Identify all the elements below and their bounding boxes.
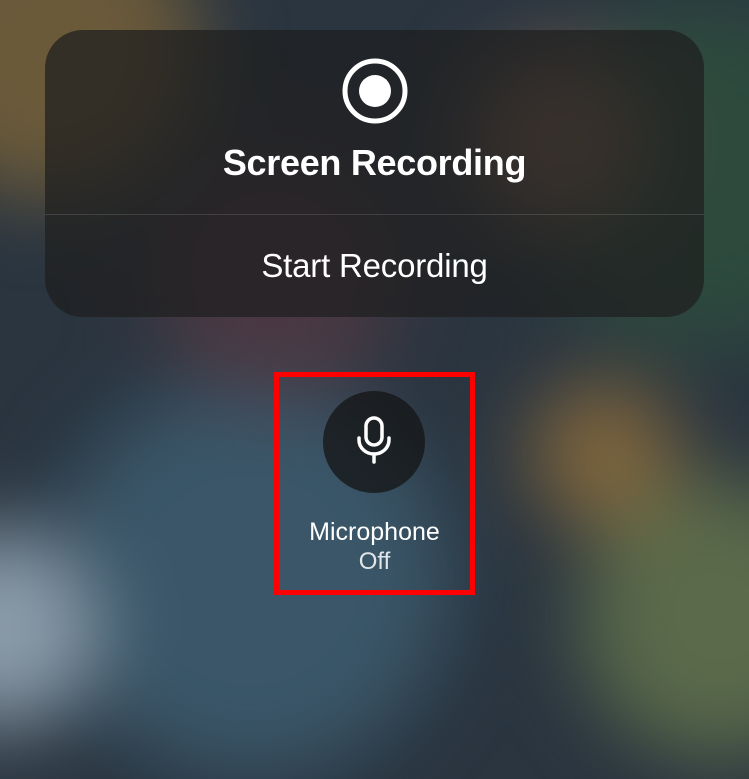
microphone-label: Microphone [309, 517, 440, 548]
screen-recording-panel: Screen Recording Start Recording [45, 30, 704, 317]
microphone-section: Microphone Off [45, 372, 704, 595]
microphone-toggle-button[interactable] [323, 391, 425, 493]
microphone-status: Off [359, 548, 391, 576]
microphone-icon [352, 416, 396, 469]
highlight-annotation: Microphone Off [274, 372, 475, 595]
start-recording-button[interactable]: Start Recording [45, 215, 704, 317]
panel-header: Screen Recording [45, 30, 704, 214]
start-recording-label: Start Recording [65, 247, 684, 285]
record-icon [342, 58, 408, 124]
panel-title: Screen Recording [65, 142, 684, 184]
